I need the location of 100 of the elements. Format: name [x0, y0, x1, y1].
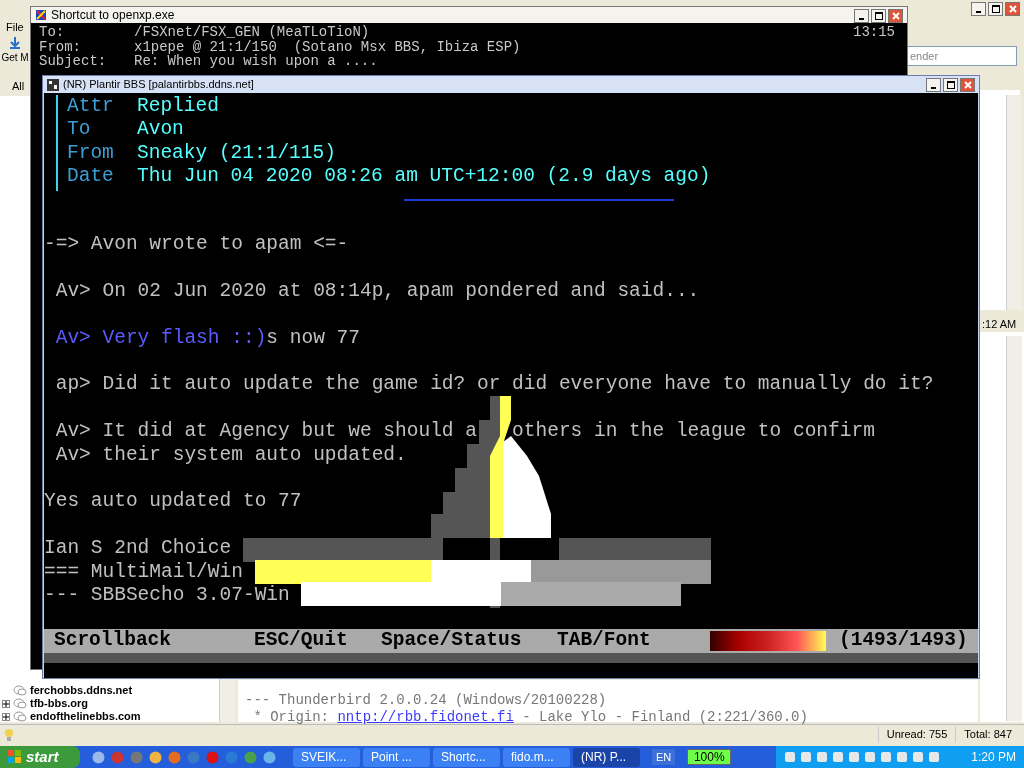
message-text: --- Thunderbird 2.0.0.24 (Windows/20100228): [245, 692, 607, 709]
header-label: From:: [39, 39, 81, 54]
app-icon: [35, 9, 47, 21]
header-value: Avon: [137, 118, 184, 142]
tray-icon[interactable]: [848, 751, 860, 763]
minimize-button[interactable]: [926, 78, 941, 92]
scrollbar[interactable]: [1006, 95, 1022, 310]
quick-launch-icon[interactable]: [225, 750, 238, 764]
link[interactable]: nntp://rbb.fidonet.fi: [337, 708, 514, 725]
status-text: Scrollback: [54, 628, 172, 654]
quick-launch-icon[interactable]: [263, 750, 276, 764]
header-value: Thu Jun 04 2020 08:26 am UTC+12:00 (2.9 days ago): [137, 165, 711, 189]
message-line: Av> It did at Agency but we should a: [54, 420, 477, 444]
tray-icon[interactable]: [832, 751, 844, 763]
header-label: To:: [39, 25, 66, 40]
message-time: :12 AM: [982, 317, 1017, 332]
header-label: From: [67, 141, 115, 166]
message-line: --- SBBSecho 3.07-Win: [44, 583, 290, 608]
minimize-button[interactable]: [971, 2, 986, 16]
minimize-button[interactable]: [854, 9, 869, 23]
scrollbar[interactable]: [219, 676, 235, 722]
header-label: Date: [67, 165, 115, 189]
battery-indicator: 100%: [687, 749, 732, 765]
tray-icon[interactable]: [880, 751, 892, 763]
tray-icon[interactable]: [800, 751, 812, 763]
expand-toggle[interactable]: [2, 699, 10, 708]
windows-logo-icon: [8, 750, 22, 764]
taskbar-button[interactable]: fido.m...: [503, 747, 570, 767]
view-filter[interactable]: All: [12, 78, 25, 95]
speech-bubbles-icon: [13, 697, 27, 710]
status-text: Total: 847: [955, 726, 1020, 743]
maximize-button[interactable]: [943, 78, 958, 92]
speech-bubbles-icon: [13, 684, 27, 697]
quick-launch-icon[interactable]: [206, 750, 219, 764]
tray-icon[interactable]: [928, 751, 940, 763]
status-text: ESC/Quit: [254, 628, 348, 654]
tray-icon[interactable]: [912, 751, 924, 763]
expand-toggle[interactable]: [2, 712, 10, 721]
status-text: Unread: 755: [877, 726, 956, 743]
message-line: ap> Did it auto update the game id? or did everyone have to manually do it?: [54, 373, 934, 397]
close-icon: [1008, 5, 1017, 13]
taskbar-button[interactable]: SVEIK...: [293, 747, 360, 767]
header-value: Replied: [137, 95, 219, 119]
tray-icon[interactable]: [784, 751, 796, 763]
taskbar-button[interactable]: (NR) P...: [573, 747, 640, 767]
quick-launch-icon[interactable]: [187, 750, 200, 764]
tray-icon[interactable]: [816, 751, 828, 763]
language-indicator[interactable]: EN: [652, 748, 676, 766]
message-line: Av> their system auto updated.: [54, 443, 407, 467]
maximize-button[interactable]: [988, 2, 1003, 16]
message-line: Ian S 2nd Choice: [44, 537, 232, 561]
menu-item[interactable]: File: [6, 19, 24, 36]
quick-launch-icon[interactable]: [168, 750, 181, 764]
message-line: s now 77: [266, 326, 360, 350]
window-title: Shortcut to openxp.exe: [51, 7, 175, 24]
close-icon: [891, 12, 900, 20]
close-button[interactable]: [1005, 2, 1020, 16]
header-value: Sneaky (21:1/115): [137, 141, 336, 166]
status-text: TAB/Font: [557, 628, 651, 654]
header-value: x1pepe @ 21:1/150 (Sotano Msx BBS, Ibiza ESP): [134, 39, 521, 54]
message-text: * Origin:: [252, 708, 330, 725]
scrollbar[interactable]: [1006, 336, 1022, 721]
quick-launch-icon[interactable]: [149, 750, 162, 764]
maximize-icon: [874, 12, 883, 20]
header-value: /FSXnet/FSX_GEN (MeaTLoTioN): [134, 25, 370, 40]
message-line: Av> Very flash ::): [54, 326, 267, 350]
start-button[interactable]: start: [0, 746, 80, 768]
tray-icon[interactable]: [864, 751, 876, 763]
taskbar-button[interactable]: Shortc...: [433, 747, 500, 767]
quick-launch-icon[interactable]: [130, 750, 143, 764]
maximize-icon: [991, 5, 1000, 13]
message-line: others in the league to confirm: [512, 420, 875, 444]
window-title: (NR) Plantir BBS [palantirbbs.ddns.net]: [63, 77, 254, 93]
message-line: Yes auto updated to 77: [44, 490, 302, 514]
maximize-icon: [946, 81, 955, 89]
maximize-button[interactable]: [871, 9, 886, 23]
clock-text: 1:20 PM: [971, 749, 1016, 766]
message-line: === MultiMail/Win: [44, 560, 243, 584]
message-text: - Lake Ylo - Finland (2:221/360.0): [521, 708, 808, 725]
header-value: Re: When you wish upon a ....: [134, 54, 378, 69]
close-button[interactable]: [888, 9, 903, 23]
close-icon: [963, 81, 972, 89]
download-icon: [8, 36, 22, 50]
taskbar-button[interactable]: Point ...: [363, 747, 430, 767]
app-icon: [47, 78, 59, 91]
status-text: Space/Status: [381, 628, 522, 654]
header-label: To: [67, 118, 92, 142]
lightbulb-icon: [4, 728, 14, 742]
quick-launch-icon[interactable]: [244, 750, 257, 764]
header-label: Subject:: [39, 54, 108, 69]
clock-text: 13:15: [853, 25, 895, 40]
quick-launch-icon[interactable]: [111, 750, 124, 764]
quick-launch-icon[interactable]: [92, 750, 105, 764]
close-button[interactable]: [960, 78, 975, 92]
search-field[interactable]: ender: [905, 46, 1017, 66]
message-line: Av> On 02 Jun 2020 at 08:14p, apam pondered and said...: [54, 279, 700, 304]
get-messages-button[interactable]: Get M: [0, 36, 30, 72]
message-line: -=> Avon wrote to apam <=-: [44, 233, 349, 257]
header-label: Attr: [67, 95, 115, 119]
tray-icon[interactable]: [896, 751, 908, 763]
